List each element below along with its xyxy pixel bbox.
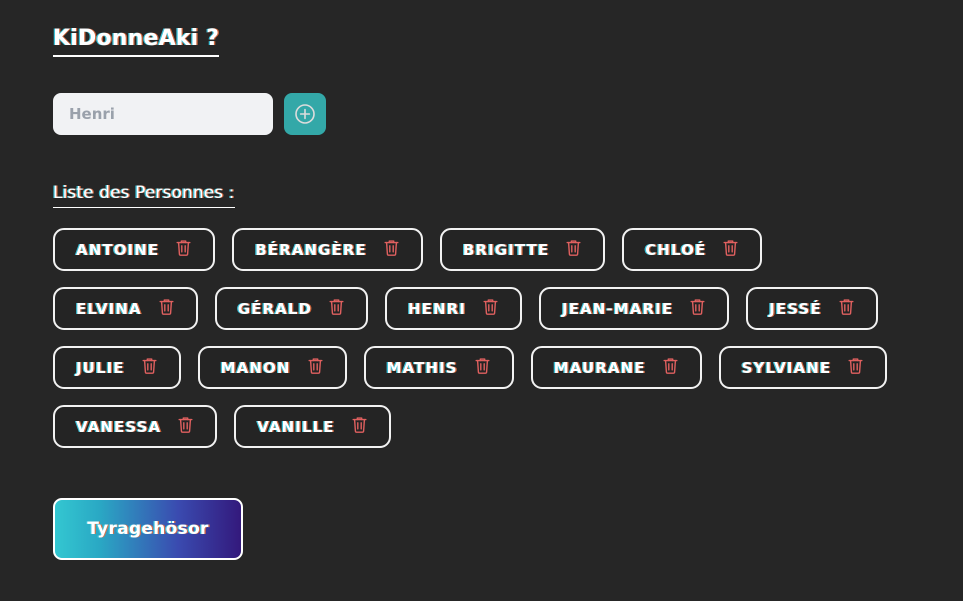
person-chip-label: BÉRANGÈRE <box>255 240 367 259</box>
person-chip[interactable]: CHLOÉ <box>622 228 763 271</box>
trash-icon[interactable] <box>141 356 158 379</box>
trash-icon[interactable] <box>565 238 582 261</box>
person-chip[interactable]: SYLVIANE <box>718 346 888 389</box>
person-chip-label: ELVINA <box>76 299 142 318</box>
person-chip[interactable]: JESSÉ <box>746 287 878 330</box>
list-heading: Liste des Personnes : <box>53 183 235 208</box>
trash-icon[interactable] <box>307 356 324 379</box>
person-chip[interactable]: ELVINA <box>53 287 198 330</box>
trash-icon[interactable] <box>383 238 400 261</box>
plus-circle-icon <box>293 102 317 126</box>
person-chip-label: HENRI <box>408 299 467 318</box>
person-chip-label: JEAN-MARIE <box>562 299 674 318</box>
person-chip-label: ANTOINE <box>76 240 160 259</box>
trash-icon[interactable] <box>158 297 175 320</box>
person-chip-list: ANTOINE BÉRANGÈRE BRIGITTE CHLOÉ ELVINA GÉRAL… <box>53 228 915 448</box>
person-chip-label: JULIE <box>76 358 125 377</box>
trash-icon[interactable] <box>482 297 499 320</box>
person-chip-label: MANON <box>220 358 291 377</box>
person-chip[interactable]: JEAN-MARIE <box>539 287 730 330</box>
page-title: KiDonneAki ? <box>53 28 220 57</box>
draw-button-label: Tyragehösor <box>87 519 209 539</box>
person-chip[interactable]: MAURANE <box>530 346 702 389</box>
trash-icon[interactable] <box>474 356 491 379</box>
person-chip[interactable]: BÉRANGÈRE <box>232 228 423 271</box>
person-chip[interactable]: VANILLE <box>234 405 391 448</box>
person-chip[interactable]: HENRI <box>385 287 523 330</box>
person-chip[interactable]: GÉRALD <box>214 287 369 330</box>
name-input[interactable] <box>53 93 273 135</box>
person-chip-label: BRIGITTE <box>462 240 550 259</box>
person-chip-label: VANESSA <box>76 417 162 436</box>
app-root: KiDonneAki ? Liste des Personnes : ANTOI… <box>0 0 963 601</box>
draw-button[interactable]: Tyragehösor <box>53 498 243 560</box>
person-chip-label: VANILLE <box>257 417 335 436</box>
person-chip[interactable]: JULIE <box>53 346 181 389</box>
person-chip[interactable]: BRIGITTE <box>439 228 606 271</box>
trash-icon[interactable] <box>351 415 368 438</box>
add-person-button[interactable] <box>284 93 326 135</box>
trash-icon[interactable] <box>662 356 679 379</box>
person-chip-label: JESSÉ <box>769 299 822 318</box>
trash-icon[interactable] <box>722 238 739 261</box>
person-chip-label: CHLOÉ <box>645 240 707 259</box>
person-chip[interactable]: MATHIS <box>363 346 514 389</box>
trash-icon[interactable] <box>175 238 192 261</box>
person-chip-label: MAURANE <box>553 358 646 377</box>
trash-icon[interactable] <box>328 297 345 320</box>
person-chip[interactable]: MANON <box>197 346 347 389</box>
person-chip-label: MATHIS <box>386 358 458 377</box>
add-person-form <box>53 93 963 135</box>
person-chip-label: GÉRALD <box>237 299 313 318</box>
person-chip-label: SYLVIANE <box>741 358 832 377</box>
person-chip[interactable]: ANTOINE <box>53 228 216 271</box>
trash-icon[interactable] <box>847 356 864 379</box>
trash-icon[interactable] <box>838 297 855 320</box>
trash-icon[interactable] <box>177 415 194 438</box>
trash-icon[interactable] <box>689 297 706 320</box>
person-chip[interactable]: VANESSA <box>53 405 218 448</box>
